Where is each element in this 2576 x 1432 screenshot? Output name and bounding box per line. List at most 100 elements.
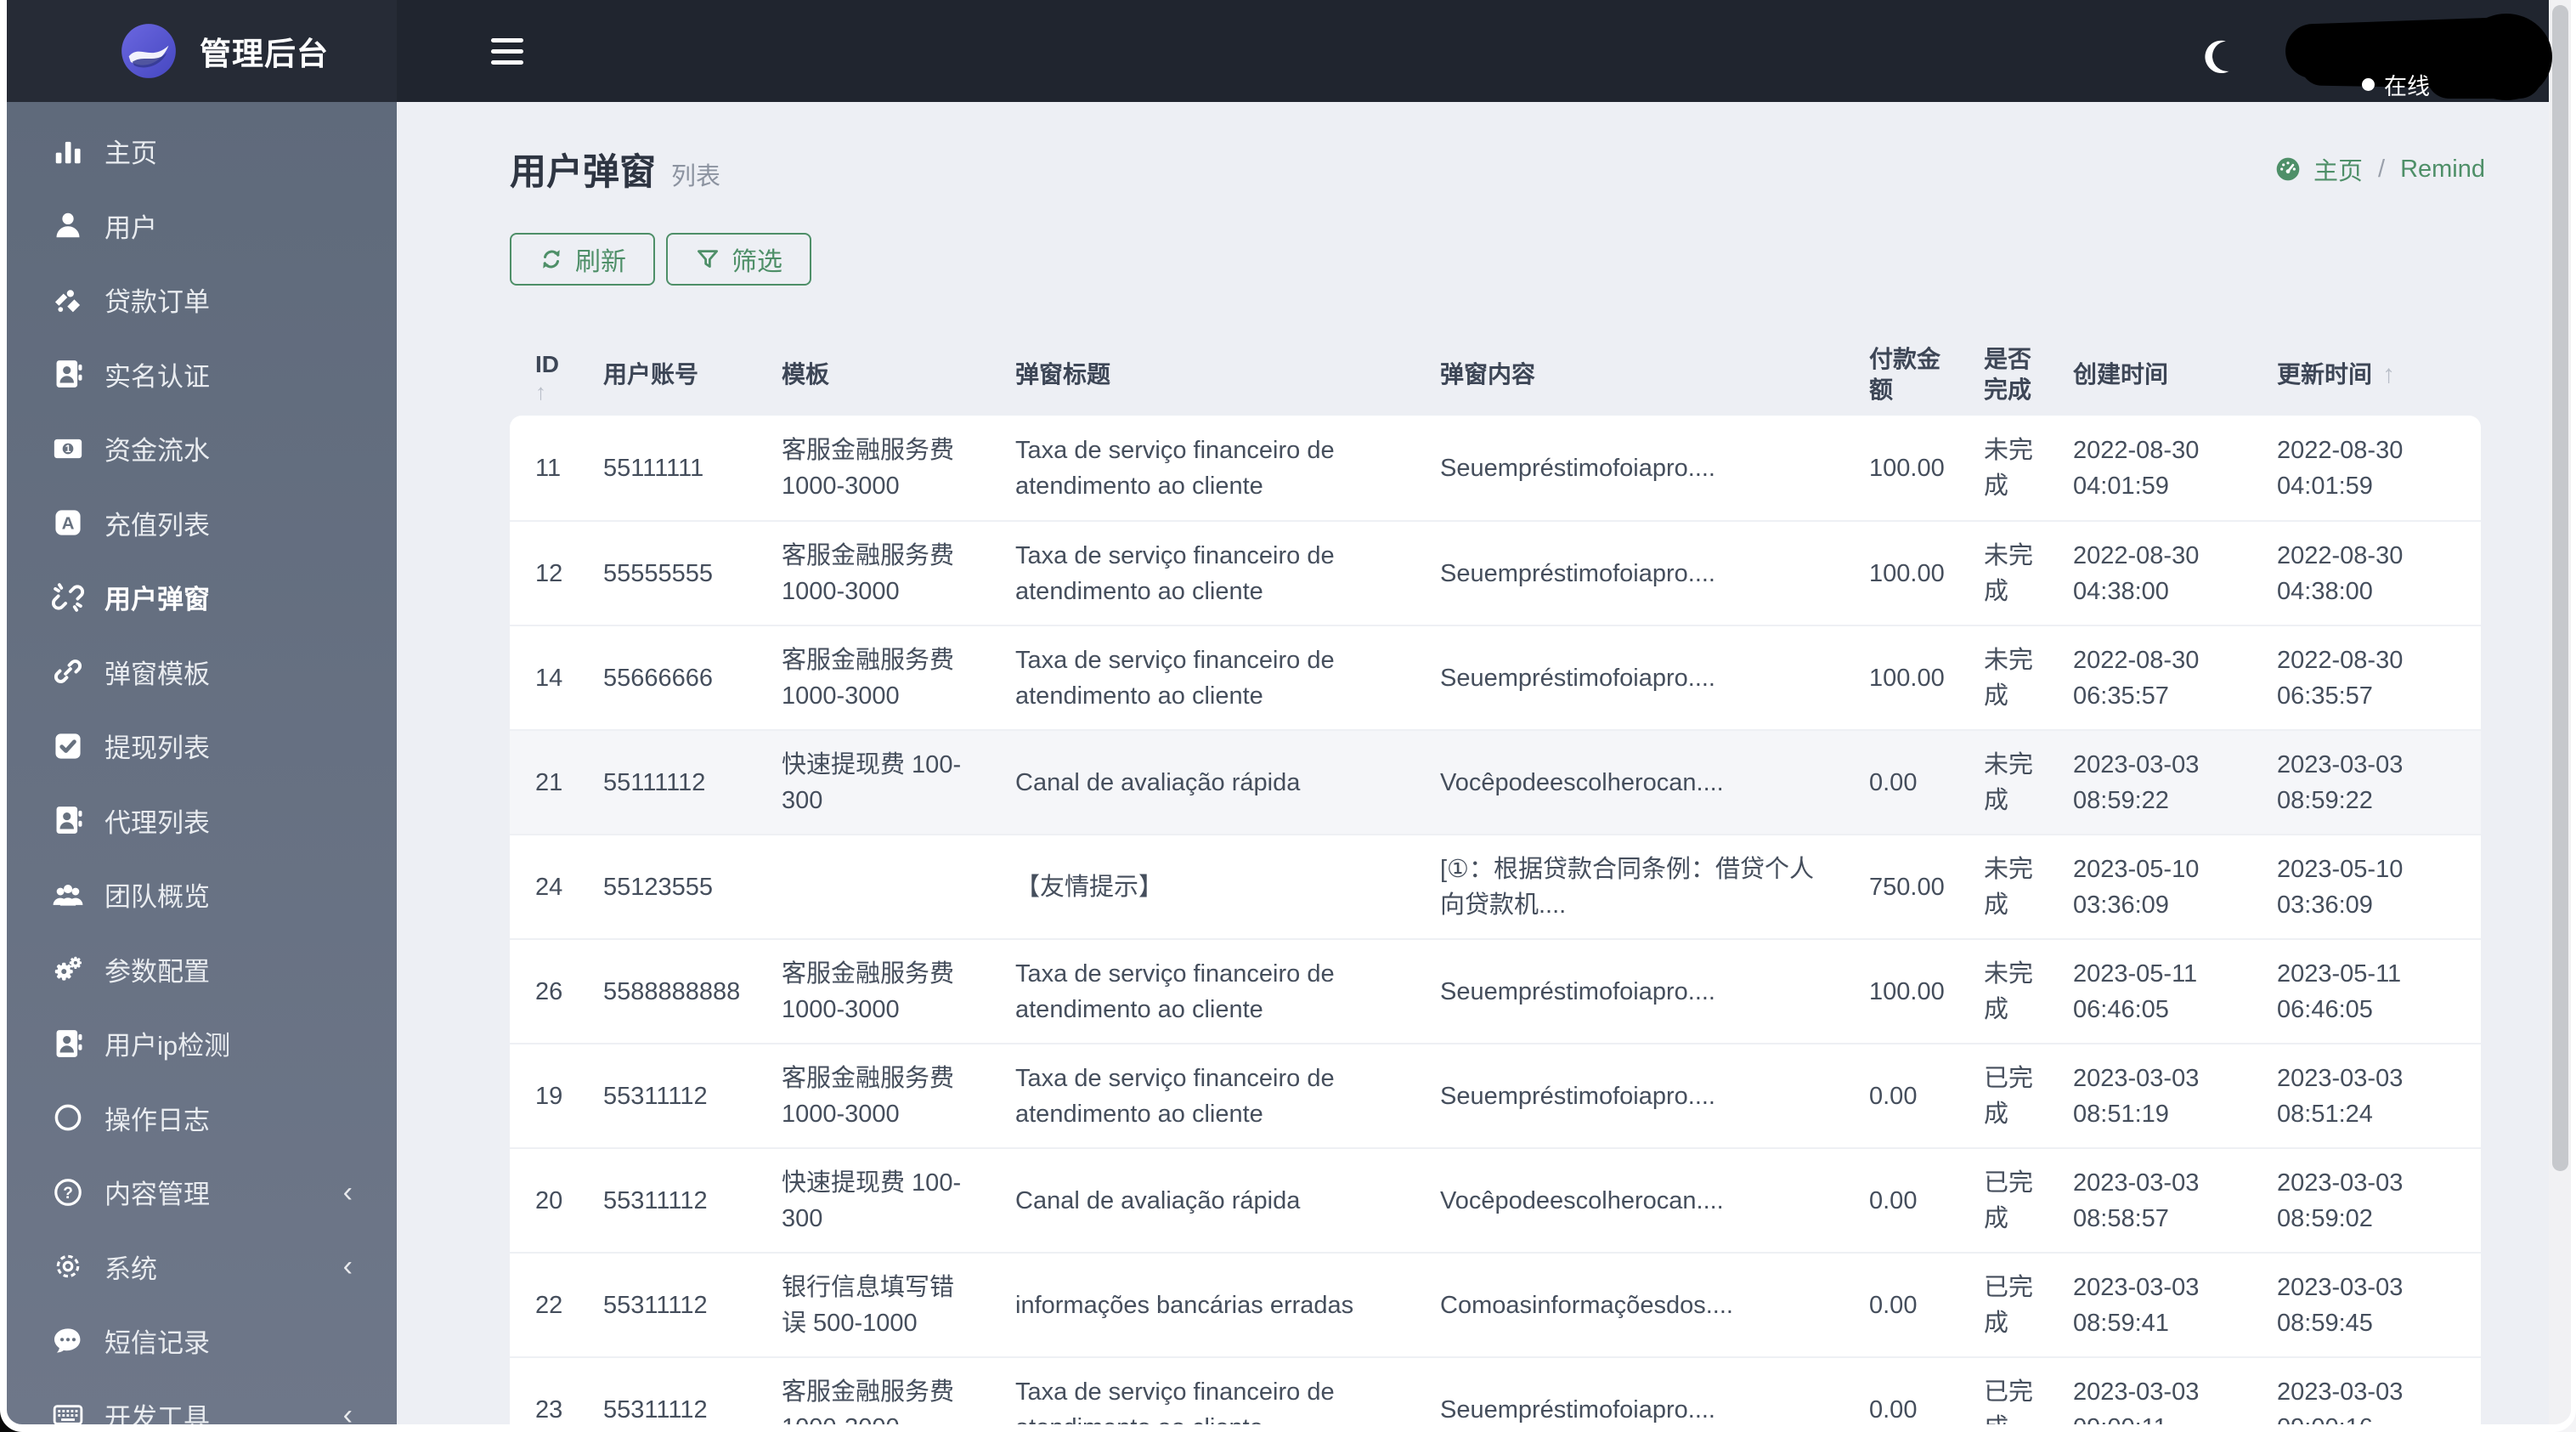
cell-content: Comoasinformaçõesdos.... [1415,1252,1844,1356]
cell-template: 银行信息填写错误 500-1000 [756,1252,990,1356]
cell-updated: 2022-08-30 06:35:57 [2251,625,2481,729]
cell-amount: 0.00 [1844,1147,1958,1252]
cell-template: 快速提现费 100-300 [756,729,990,834]
sidebar-item-label: 主页 [105,139,157,169]
cell-title: Canal de avaliação rápida [990,1147,1415,1252]
breadcrumb-home-link[interactable]: 主页 [2313,151,2363,187]
cell-created: 2023-03-0309:00:11 [2048,1356,2251,1424]
sidebar-item-unlink-6[interactable]: 用户弹窗 [7,560,397,635]
keyboard-icon [49,1396,87,1424]
sidebar-item-hands-2[interactable]: 贷款订单 [7,263,397,337]
table-row-12: 12 55555555 客服金融服务费 1000-3000 Taxa de servi… [510,520,2481,625]
cell-amount: 0.00 [1844,1252,1958,1356]
sidebar-item-label: 用户 [105,212,157,243]
column-header-created: 创建时间 [2073,360,2169,388]
cell-title: informações bancárias erradas [990,1252,1415,1356]
chevron-left-icon: ‹ [342,1175,353,1208]
cell-id: 21 [510,729,578,834]
sidebar-item-label: 操作日志 [105,1105,210,1135]
sidebar-item-address-book-9[interactable]: 代理列表 [7,784,397,858]
cell-id: 11 [510,416,578,520]
sidebar-item-label: 开发工具 [105,1402,210,1424]
cell-content: Seuempréstimofoiapro.... [1415,625,1844,729]
sidebar-item-recharge-a-5[interactable]: A 充值列表 [7,486,397,561]
cell-title: Taxa de serviço financeiro de atendiment… [990,938,1415,1043]
cell-content: Seuempréstimofoiapro.... [1415,520,1844,625]
column-header-id[interactable]: ID ↑ [510,333,578,416]
sidebar-item-check-square-8[interactable]: 提现列表 [7,709,397,784]
cell-title: Taxa de serviço financeiro de atendiment… [990,1356,1415,1424]
cell-content: Vocêpodeescolherocan.... [1415,729,1844,834]
cogs-icon [49,950,87,988]
cell-updated: 2023-03-03 08:51:24 [2251,1043,2481,1147]
sidebar-item-address-book-3[interactable]: 实名认证 [7,337,397,412]
column-header-content: 弹窗内容 [1440,360,1536,388]
app-title: 管理后台 [200,37,329,71]
cell-updated: 2023-03-03 08:59:02 [2251,1147,2481,1252]
table-row-23: 2355311112客服金融服务费 1000-3000Taxa de servi… [510,1356,2481,1424]
table-row-24: 24 55123555 【友情提示】 [①：根据贷款合同条例：借贷个人向贷款机....… [510,834,2481,938]
cell-id: 14 [510,625,578,729]
column-header-title: 弹窗标题 [1015,360,1111,388]
page-subtitle: 列表 [671,163,721,190]
cell-account: 55111111 [578,416,756,520]
table-row-26: 26 5588888888 客服金融服务费 1000-3000 Taxa de ser… [510,938,2481,1043]
sidebar-item-address-book-12[interactable]: 用户ip检测 [7,1006,397,1081]
question-circle-icon: ? [49,1174,87,1211]
refresh-button[interactable]: 刷新 [510,233,655,286]
sidebar-item-label: 内容管理 [105,1180,210,1210]
screen: 管理后台 在线 主页 用户 贷款订单 实名认证 1 资金流水 A 充值列表 用户弹窗 弹窗模板 提现… [0,0,2576,1432]
scrollbar-thumb[interactable] [2552,5,2568,1171]
sidebar-item-user-1[interactable]: 用户 [7,189,397,263]
cell-id: 23 [510,1356,578,1424]
table-row-22: 22 55311112 银行信息填写错误 500-1000 informações b… [510,1252,2481,1356]
cell-account: 55311112 [578,1252,756,1356]
breadcrumb-current-link[interactable]: Remind [2400,156,2485,184]
sidebar-item-circle-13[interactable]: 操作日志 [7,1081,397,1156]
sidebar-item-users-10[interactable]: 团队概览 [7,858,397,932]
cell-amount: 100.00 [1844,416,1958,520]
cell-content: Seuempréstimofoiapro.... [1415,416,1844,520]
cell-account: 55555555 [578,520,756,625]
user-popup-table: ID ↑ 用户账号 模板 弹窗标题 弹窗内容 付款金额 是否完成 创建时间 更新时间 ↑ 11 551… [510,333,2485,1424]
cell-id: 12 [510,520,578,625]
cell-status: 未完成 [1958,625,2048,729]
cell-title: Taxa de serviço financeiro de atendiment… [990,520,1415,625]
cell-updated: 2023-03-0309:00:16 [2251,1356,2481,1424]
sidebar-item-gear-15[interactable]: 系统 ‹ [7,1230,397,1305]
cell-content: Seuempréstimofoiapro.... [1415,1043,1844,1147]
sidebar-item-label: 弹窗模板 [105,659,210,689]
cell-template: 客服金融服务费 1000-3000 [756,1356,990,1424]
sidebar-item-link-7[interactable]: 弹窗模板 [7,635,397,710]
cell-amount: 750.00 [1844,834,1958,938]
cell-amount: 0.00 [1844,1043,1958,1147]
sidebar-item-label: 参数配置 [105,956,210,987]
cell-status: 已完成 [1958,1043,2048,1147]
sidebar-item-question-circle-14[interactable]: ? 内容管理 ‹ [7,1155,397,1230]
users-icon [49,876,87,914]
cell-amount: 100.00 [1844,520,1958,625]
cell-content: Seuempréstimofoiapro.... [1415,1356,1844,1424]
cell-content: Vocêpodeescolherocan.... [1415,1147,1844,1252]
cell-template: 快速提现费 100-300 [756,1147,990,1252]
column-header-updated[interactable]: 更新时间 ↑ [2251,333,2481,416]
cell-updated: 2023-03-03 08:59:45 [2251,1252,2481,1356]
sidebar-item-label: 实名认证 [105,361,210,392]
sidebar-item-cogs-11[interactable]: 参数配置 [7,932,397,1007]
cell-amount: 0.00 [1844,1356,1958,1424]
sidebar-item-keyboard-17[interactable]: 开发工具 ‹ [7,1378,397,1424]
sidebar-item-comment-16[interactable]: 短信记录 [7,1304,397,1378]
filter-button[interactable]: 筛选 [666,233,811,286]
cell-updated: 2023-05-11 06:46:05 [2251,938,2481,1043]
redacted-user-info [2426,53,2542,99]
dark-mode-moon-icon[interactable] [2198,36,2237,75]
cell-account: 55311112 [578,1043,756,1147]
sidebar-item-chart-bar-0[interactable]: 主页 [7,114,397,189]
menu-toggle-button[interactable] [491,32,525,70]
column-header-account: 用户账号 [603,360,699,388]
cell-created: 2023-03-03 08:51:19 [2048,1043,2251,1147]
cell-created: 2023-03-03 08:59:41 [2048,1252,2251,1356]
sidebar-item-money-bill-4[interactable]: 1 资金流水 [7,411,397,486]
table-row-19: 19 55311112 客服金融服务费 1000-3000 Taxa de servi… [510,1043,2481,1147]
main-content: 用户弹窗 列表 主页 / Remind 刷新 筛选 ID ↑ 用户账号 模板 弹… [397,102,2549,1424]
